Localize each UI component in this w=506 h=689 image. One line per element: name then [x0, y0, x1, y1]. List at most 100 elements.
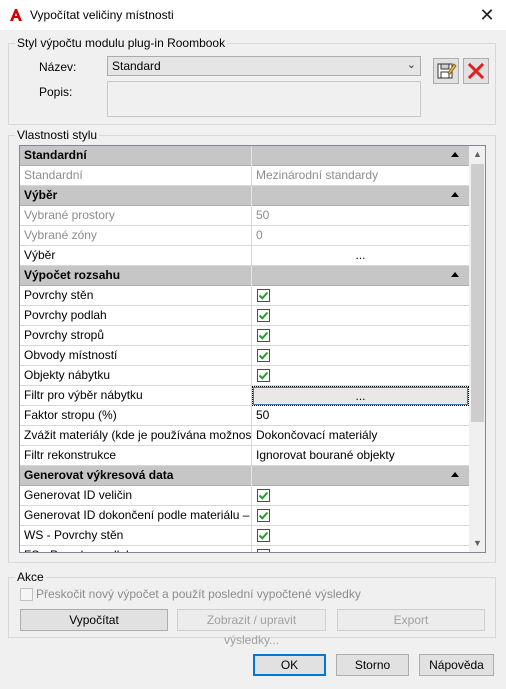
grid-property-row[interactable]: Povrchy stropů [20, 326, 469, 346]
property-checkbox[interactable] [257, 529, 270, 542]
checkmark-icon [258, 311, 269, 320]
save-style-button[interactable] [433, 58, 459, 84]
property-value[interactable] [252, 146, 469, 166]
grid-property-row[interactable]: Filtr pro výběr nábytku... [20, 386, 469, 406]
checkmark-icon [266, 551, 267, 552]
grid-category-row[interactable]: Standardní [20, 146, 469, 166]
property-value[interactable]: ... [252, 246, 469, 266]
delete-style-button[interactable] [463, 58, 489, 84]
grid-property-row[interactable]: Výběr... [20, 246, 469, 266]
scrollbar-thumb[interactable] [471, 164, 484, 422]
grid-category-row[interactable]: Výpočet rozsahu [20, 266, 469, 286]
cancel-button[interactable]: Storno [336, 654, 409, 676]
calculate-button[interactable]: Vypočítat [20, 609, 168, 631]
property-label: Obvody místností [20, 346, 252, 366]
window-title: Vypočítat veličiny místnosti [30, 8, 174, 22]
property-grid-scrollbar[interactable]: ▲ ▼ [469, 146, 485, 552]
property-label: Vybrané zóny [20, 226, 252, 246]
skip-recalc-checkbox[interactable] [20, 588, 33, 601]
grid-property-row[interactable]: Generovat ID veličin [20, 486, 469, 506]
grid-property-row[interactable]: Faktor stropu (%) 50 [20, 406, 469, 426]
export-button[interactable]: Export [337, 609, 485, 631]
checkmark-icon [258, 331, 269, 340]
collapse-icon[interactable] [451, 472, 459, 477]
chevron-down-icon: ⌄ [406, 59, 416, 71]
property-checkbox-cell[interactable] [252, 546, 469, 552]
property-label: Filtr pro výběr nábytku [20, 386, 252, 406]
checkmark-icon [258, 351, 269, 360]
property-label: Povrchy podlah [20, 306, 252, 326]
grid-property-row[interactable]: Vybrané prostory 50 [20, 206, 469, 226]
property-checkbox[interactable] [257, 369, 270, 382]
property-label: Standardní [20, 166, 252, 186]
style-group-legend: Styl výpočtu modulu plug-in Roombook [17, 36, 226, 50]
property-checkbox-cell[interactable] [252, 306, 469, 326]
scroll-up-icon[interactable]: ▲ [469, 146, 485, 163]
scroll-down-icon[interactable]: ▼ [469, 535, 485, 552]
grid-property-row[interactable]: Obvody místností [20, 346, 469, 366]
property-checkbox[interactable] [257, 489, 270, 502]
property-label: Povrchy stropů [20, 326, 252, 346]
grid-property-row[interactable]: Zvážit materiály (kde je používána možno… [20, 426, 469, 446]
property-checkbox[interactable] [257, 549, 270, 552]
grid-property-row[interactable]: Objekty nábytku [20, 366, 469, 386]
property-value[interactable]: ... [252, 386, 469, 406]
grid-category-row[interactable]: Výběr [20, 186, 469, 206]
collapse-icon[interactable] [451, 272, 459, 277]
property-checkbox[interactable] [257, 349, 270, 362]
property-checkbox-cell[interactable] [252, 486, 469, 506]
grid-property-row[interactable]: Povrchy podlah [20, 306, 469, 326]
actions-legend: Akce [17, 570, 44, 584]
property-checkbox[interactable] [257, 309, 270, 322]
property-value[interactable]: Ignorovat bourané objekty [252, 446, 469, 466]
collapse-icon[interactable] [451, 152, 459, 157]
property-grid[interactable]: Standardní Standardní Mezinárodní standard… [19, 145, 486, 553]
description-field[interactable] [107, 81, 421, 117]
property-checkbox[interactable] [257, 329, 270, 342]
close-button[interactable]: ✕ [474, 2, 500, 28]
style-name-dropdown[interactable]: Standard ⌄ [107, 56, 421, 76]
show-edit-results-button[interactable]: Zobrazit / upravit výsledky... [177, 609, 326, 647]
property-checkbox-cell[interactable] [252, 286, 469, 306]
checkmark-icon [258, 531, 269, 540]
property-checkbox-cell[interactable] [252, 326, 469, 346]
property-checkbox-cell[interactable] [252, 506, 469, 526]
property-label: Filtr rekonstrukce [20, 446, 252, 466]
property-grid-rows: Standardní Standardní Mezinárodní standard… [20, 146, 469, 552]
description-label: Popis: [39, 85, 73, 99]
property-value[interactable] [252, 266, 469, 286]
grid-property-row[interactable]: Vybrané zóny 0 [20, 226, 469, 246]
delete-style-icon [467, 62, 485, 80]
checkmark-icon [258, 491, 269, 500]
name-label: Název: [39, 60, 77, 74]
ok-button[interactable]: OK [253, 654, 326, 676]
grid-property-row[interactable]: Povrchy stěn [20, 286, 469, 306]
property-label: Faktor stropu (%) [20, 406, 252, 426]
collapse-icon[interactable] [451, 192, 459, 197]
property-checkbox-cell[interactable] [252, 526, 469, 546]
property-value[interactable] [252, 186, 469, 206]
property-checkbox[interactable] [257, 509, 270, 522]
checkmark-icon [258, 371, 269, 380]
grid-property-row[interactable]: Filtr rekonstrukce Ignorovat bourané obje… [20, 446, 469, 466]
property-checkbox[interactable] [257, 289, 270, 302]
property-value: Mezinárodní standardy [256, 168, 379, 182]
property-value: 50 [256, 208, 270, 222]
grid-property-row[interactable]: WS - Povrchy stěn [20, 526, 469, 546]
property-label: Zvážit materiály (kde je používána možno… [20, 426, 252, 446]
grid-property-row[interactable]: FS - Povrchy podlah [20, 546, 469, 552]
help-button[interactable]: Nápověda [419, 654, 494, 676]
category-label: Generovat výkresová data [20, 466, 252, 486]
style-name-value: Standard [112, 59, 161, 73]
grid-category-row[interactable]: Generovat výkresová data [20, 466, 469, 486]
property-checkbox-cell[interactable] [252, 346, 469, 366]
property-label: Generovat ID veličin [20, 486, 252, 506]
property-value[interactable]: Dokončovací materiály [252, 426, 469, 446]
grid-property-row[interactable]: Standardní Mezinárodní standardy [20, 166, 469, 186]
category-label: Standardní [20, 146, 252, 166]
property-value[interactable] [252, 466, 469, 486]
property-checkbox-cell[interactable] [252, 366, 469, 386]
grid-property-row[interactable]: Generovat ID dokončení podle materiálu – [20, 506, 469, 526]
checkmark-icon [258, 511, 269, 520]
property-value[interactable]: 50 [252, 406, 469, 426]
